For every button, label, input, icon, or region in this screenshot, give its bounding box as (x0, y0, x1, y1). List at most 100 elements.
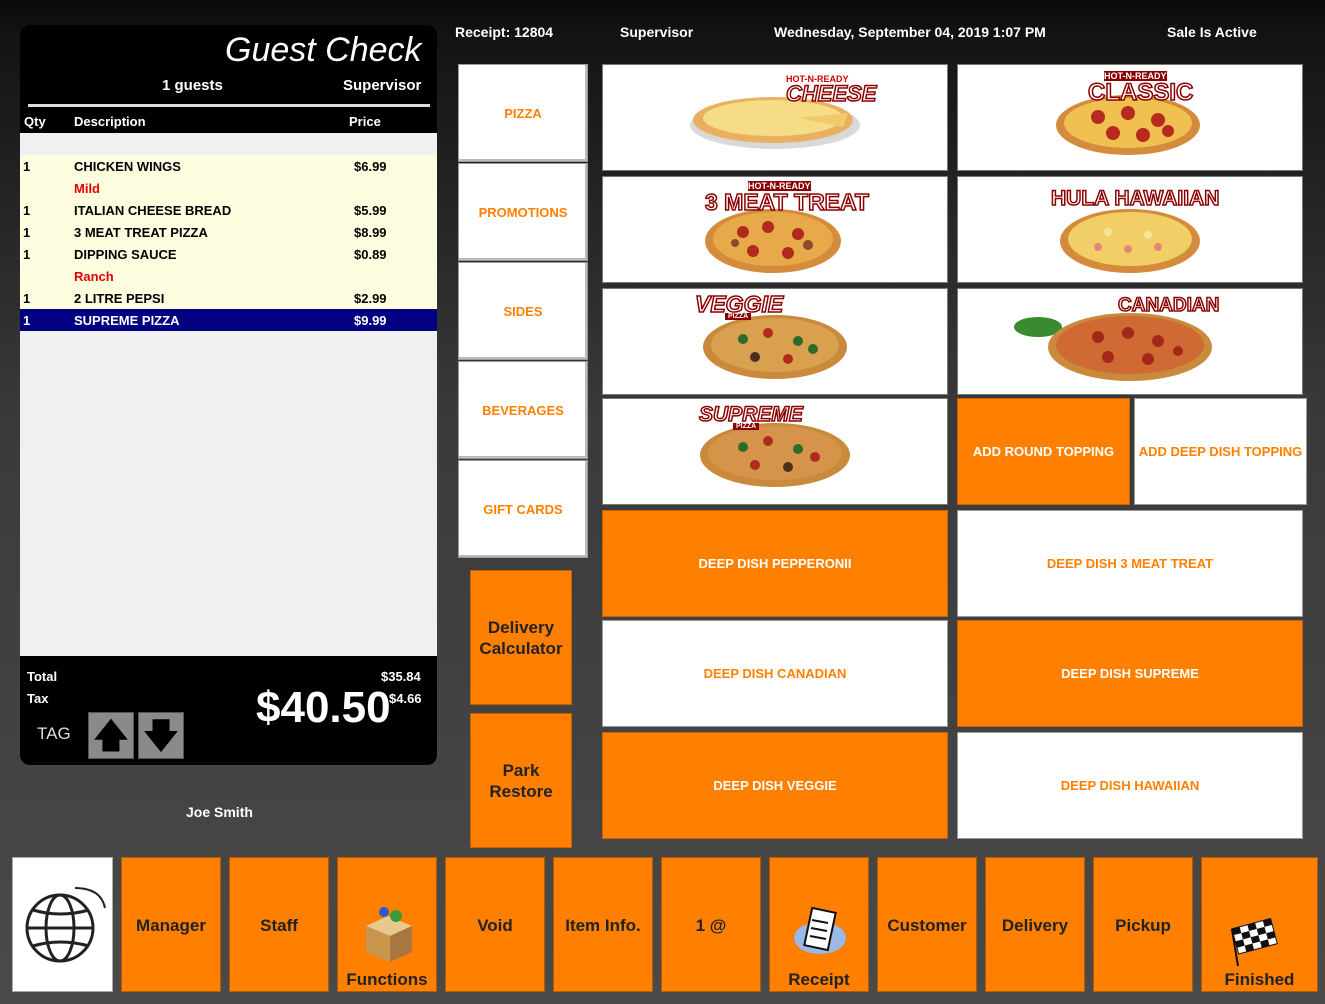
receipt-number: Receipt: 12804 (455, 24, 554, 40)
delivery-button[interactable]: Delivery (985, 857, 1085, 992)
order-item-description: Mild (74, 181, 100, 196)
product-canadian-pizza[interactable]: CANADIAN (957, 288, 1303, 395)
category-sides[interactable]: SIDES (458, 262, 588, 360)
total-label: Total (27, 669, 58, 684)
guest-count: 1 guests (162, 77, 223, 94)
receipt-printer-icon (794, 906, 846, 954)
product-supreme-pizza[interactable]: SUPREME PIZZA (602, 398, 948, 505)
void-label: Void (477, 916, 513, 935)
product-cheese-pizza[interactable]: HOT-N-READY CHEESE (602, 64, 948, 171)
deep-dish-canadian-button[interactable]: DEEP DISH CANADIAN (602, 620, 948, 727)
add-deep-dish-topping-button[interactable]: ADD DEEP DISH TOPPING (1134, 398, 1307, 505)
delivery-calculator-button[interactable]: Delivery Calculator (470, 570, 572, 705)
quantity-label: 1 @ (695, 916, 727, 935)
order-item-price: $6.99 (354, 159, 387, 174)
staff-button[interactable]: Staff (229, 857, 329, 992)
order-item-row[interactable]: 1 ITALIAN CHEESE BREAD $5.99 (20, 199, 437, 221)
current-user: Supervisor (620, 24, 694, 40)
globe-icon (25, 887, 106, 963)
order-item-modifier[interactable]: Ranch (20, 265, 437, 287)
pickup-label: Pickup (1115, 916, 1171, 935)
order-item-qty: 1 (23, 313, 31, 328)
cheese-label: CHEESE (785, 80, 877, 107)
order-item-row[interactable]: 1 CHICKEN WINGS $6.99 (20, 155, 437, 177)
deep-dish-veggie-button[interactable]: DEEP DISH VEGGIE (602, 732, 948, 839)
order-item-qty: 1 (23, 225, 31, 240)
delivery-calculator-label: Delivery Calculator (479, 617, 563, 658)
order-item-qty: 1 (23, 203, 31, 218)
receipt-button[interactable]: Receipt (769, 857, 869, 992)
park-restore-button[interactable]: Park Restore (470, 713, 572, 848)
item-info-button[interactable]: Item Info. (553, 857, 653, 992)
customer-label: Customer (887, 916, 967, 935)
order-item-description: 2 LITRE PEPSI (74, 291, 165, 306)
column-header-description: Description (74, 114, 146, 129)
manager-button[interactable]: Manager (121, 857, 221, 992)
product-classic-pizza[interactable]: HOT-N-READY CLASSIC (957, 64, 1303, 171)
date-time: Wednesday, September 04, 2019 1:07 PM (774, 24, 1046, 40)
order-item-description: 3 MEAT TREAT PIZZA (74, 225, 208, 240)
order-item-row[interactable]: 1 SUPREME PIZZA $9.99 (20, 309, 437, 331)
meat-treat-label: 3 MEAT TREAT (704, 188, 869, 216)
header-divider (28, 104, 430, 107)
order-item-description: DIPPING SAUCE (74, 247, 177, 262)
scroll-down-button[interactable]: 🡇 (138, 712, 184, 759)
receipt-label: Receipt (788, 970, 850, 989)
void-button[interactable]: Void (445, 857, 545, 992)
category-beverages[interactable]: BEVERAGES (458, 361, 588, 459)
order-item-modifier[interactable]: Mild (20, 177, 437, 199)
product-veggie-pizza[interactable]: VEGGIE PIZZA (602, 288, 948, 395)
category-gift-cards[interactable]: GIFT CARDS (458, 460, 588, 558)
finished-button[interactable]: Finished (1201, 857, 1318, 992)
supreme-sub: PIZZA (733, 423, 760, 430)
category-pizza[interactable]: PIZZA (458, 64, 588, 162)
deep-dish-3-meat-treat-button[interactable]: DEEP DISH 3 MEAT TREAT (957, 510, 1303, 617)
order-item-qty: 1 (23, 291, 31, 306)
column-header-price: Price (349, 114, 381, 129)
pickup-button[interactable]: Pickup (1093, 857, 1193, 992)
tax-value: $4.66 (389, 691, 422, 706)
product-3-meat-treat-pizza[interactable]: HOT-N-READY 3 MEAT TREAT (602, 176, 948, 283)
order-item-row[interactable]: 1 3 MEAT TREAT PIZZA $8.99 (20, 221, 437, 243)
staff-name: Joe Smith (186, 804, 253, 820)
grand-total: $40.50 (256, 683, 391, 732)
deep-dish-pepperoni-button[interactable]: DEEP DISH PEPPERONII (602, 510, 948, 617)
hula-hawaiian-label: HULA HAWAIIAN (1050, 186, 1220, 211)
arrow-up-icon: 🡅 (93, 717, 129, 755)
manager-label: Manager (136, 916, 206, 935)
veggie-sub: PIZZA (725, 313, 752, 320)
delivery-label: Delivery (1001, 916, 1069, 935)
order-item-price: $9.99 (354, 313, 387, 328)
tag-label: TAG (37, 724, 71, 743)
column-header-qty: Qty (24, 114, 46, 129)
functions-button[interactable]: Functions (337, 857, 437, 992)
deep-dish-supreme-button[interactable]: DEEP DISH SUPREME (957, 620, 1303, 727)
canadian-label: CANADIAN (1117, 294, 1220, 317)
sale-status: Sale Is Active (1167, 24, 1257, 40)
product-hula-hawaiian-pizza[interactable]: HULA HAWAIIAN (957, 176, 1303, 283)
order-item-row[interactable]: 1 DIPPING SAUCE $0.89 (20, 243, 437, 265)
deep-dish-hawaiian-button[interactable]: DEEP DISH HAWAIIAN (957, 732, 1303, 839)
tax-label: Tax (27, 691, 49, 706)
classic-label: CLASSIC (1087, 78, 1194, 107)
total-value: $35.84 (381, 669, 421, 684)
order-item-qty: 1 (23, 247, 31, 262)
quantity-button[interactable]: 1 @ (661, 857, 761, 992)
customer-button[interactable]: Customer (877, 857, 977, 992)
order-item-price: $2.99 (354, 291, 387, 306)
order-item-price: $0.89 (354, 247, 387, 262)
add-round-topping-button[interactable]: ADD ROUND TOPPING (957, 398, 1130, 505)
finished-label: Finished (1224, 970, 1295, 989)
home-button[interactable] (12, 857, 113, 992)
order-item-list[interactable]: 1 CHICKEN WINGS $6.99 Mild 1 ITALIAN CHEESE B… (20, 133, 437, 656)
scroll-up-button[interactable]: 🡅 (88, 712, 134, 759)
order-item-qty: 1 (23, 159, 31, 174)
order-item-row[interactable]: 1 2 LITRE PEPSI $2.99 (20, 287, 437, 309)
order-item-description: SUPREME PIZZA (74, 313, 180, 328)
order-item-description: CHICKEN WINGS (74, 159, 181, 174)
order-item-price: $5.99 (354, 203, 387, 218)
cheese-pizza-image (690, 97, 860, 149)
category-promotions[interactable]: PROMOTIONS (458, 163, 588, 261)
functions-label: Functions (346, 970, 428, 989)
guest-check-panel: Guest Check 1 guests Supervisor Qty Desc… (20, 25, 437, 765)
